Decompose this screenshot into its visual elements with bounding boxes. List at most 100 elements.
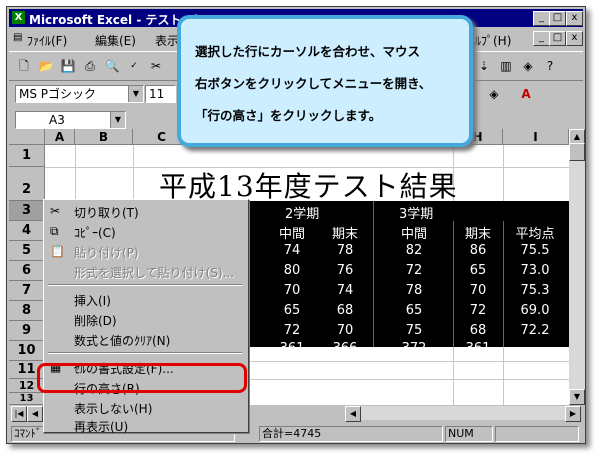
column-header-a[interactable]: A [45,129,75,145]
print-preview-icon[interactable]: 🔍 [103,57,121,75]
print-icon[interactable]: ⎙ [81,57,99,75]
row-header-3[interactable]: 3 [9,201,45,221]
font-color-icon[interactable]: A [517,85,535,103]
copy-icon: ⧉ [50,224,59,238]
cell[interactable]: 70 [455,283,501,298]
row-header-4[interactable]: 4 [9,221,45,241]
cell[interactable]: 75 [379,323,449,338]
workbook-icon[interactable]: ▤ [13,32,22,43]
horizontal-scrollbar[interactable] [361,406,565,420]
column-header-b[interactable]: B [75,129,133,145]
doc-minimize-button[interactable]: _ [533,31,550,46]
cell[interactable]: 78 [319,243,371,258]
doc-close-button[interactable]: x [566,31,583,46]
menu-unhide[interactable]: 再表示(U) [74,418,128,435]
cell[interactable]: 74 [319,283,371,298]
callout-line-3: 「行の高さ」をクリックします。 [195,108,382,123]
cell[interactable]: 65 [455,263,501,278]
menu-file[interactable]: ﾌｧｲﾙ(F) [27,32,67,49]
cell[interactable]: 65 [267,303,317,318]
font-name-select[interactable]: MS Pゴシック ▼ [15,85,144,103]
cell[interactable]: 78 [379,283,449,298]
column-header-i[interactable]: I [503,129,569,145]
vertical-scrollbar[interactable]: ▲ ▼ [569,129,585,405]
menu-help[interactable]: ﾍﾙﾌﾟ(H) [469,32,511,49]
excel-app-icon[interactable]: X [12,11,25,24]
gridline [373,201,374,347]
scroll-left-icon[interactable]: ◀ [345,406,361,422]
row-header-10[interactable]: 10 [9,341,45,361]
row-header-5[interactable]: 5 [9,241,45,261]
cell[interactable]: 75.5 [505,243,565,258]
header-average: 平均点 [515,227,555,242]
cell[interactable]: 70 [267,283,317,298]
cell[interactable]: 76 [319,263,371,278]
gridline [503,221,504,347]
row-header-7[interactable]: 7 [9,281,45,301]
status-sum: 合計=4745 [259,426,443,442]
font-size-select[interactable]: 11 [145,85,176,103]
chevron-down-icon[interactable]: ▼ [128,86,143,102]
menu-paste: 貼り付け(P) [74,246,139,260]
cell-total[interactable]: 361 [455,341,501,356]
cell[interactable]: 82 [379,243,449,258]
cell[interactable]: 72 [379,263,449,278]
row-header-8[interactable]: 8 [9,301,45,321]
maximize-button[interactable]: □ [549,11,566,26]
menu-edit[interactable]: 編集(E) [95,32,136,49]
close-button[interactable]: x [566,11,583,26]
select-all-corner[interactable] [9,129,45,145]
cell[interactable]: 86 [455,243,501,258]
spellcheck-icon[interactable]: ✓ [125,57,143,75]
row-header-2[interactable]: 2 [9,167,45,201]
doc-restore-button[interactable]: □ [549,31,566,46]
open-folder-icon[interactable]: 📂 [37,57,55,75]
row-header-1[interactable]: 1 [9,145,45,167]
cell-total[interactable]: 361 [267,341,317,356]
context-menu: ✂ 切り取り(T) ⧉ ｺﾋﾟｰ(C) 📋 貼り付け(P) 形式を選択して貼り付… [43,199,249,435]
new-file-icon[interactable]: 🗋 [15,57,33,75]
menu-cut[interactable]: 切り取り(T) [74,204,139,221]
cell[interactable]: 74 [267,243,317,258]
cell[interactable]: 65 [379,303,449,318]
cell[interactable]: 72 [267,323,317,338]
cell[interactable]: 70 [319,323,371,338]
cell[interactable]: 68 [319,303,371,318]
sort-desc-icon[interactable]: ⇣ [475,57,493,75]
scroll-thumb[interactable] [569,143,585,161]
gridline [453,221,454,347]
cell[interactable]: 68 [455,323,501,338]
prev-sheet-icon[interactable]: ◀ [27,406,43,422]
menu-view[interactable]: 表示 [155,32,179,49]
cell[interactable]: 72.2 [505,323,565,338]
cell[interactable]: 69.0 [505,303,565,318]
name-box[interactable]: A3 ▼ [15,111,126,129]
row-header-9[interactable]: 9 [9,321,45,341]
fill-color-icon[interactable]: ◈ [485,85,503,103]
scroll-right-icon[interactable]: ▶ [565,406,581,422]
scroll-down-icon[interactable]: ▼ [569,389,585,405]
cut-icon[interactable]: ✂ [147,57,165,75]
drawing-icon[interactable]: ◈ [519,57,537,75]
cell[interactable]: 73.0 [505,263,565,278]
cell-total[interactable]: 366 [319,341,371,356]
menu-copy[interactable]: ｺﾋﾟｰ(C) [74,224,116,241]
row-header-13[interactable]: 13 [9,393,45,405]
paste-icon: 📋 [50,244,65,258]
name-box-value: A3 [49,113,65,127]
cell[interactable]: 72 [455,303,501,318]
cell[interactable]: 80 [267,263,317,278]
menu-hide[interactable]: 表示しない(H) [74,400,152,417]
office-assistant-icon[interactable]: ? [541,57,559,75]
menu-insert[interactable]: 挿入(I) [74,292,111,309]
first-sheet-icon[interactable]: |◀ [11,406,27,422]
menu-clear[interactable]: 数式と値のｸﾘｱ(N) [74,332,170,349]
chevron-down-icon[interactable]: ▼ [110,112,125,128]
save-icon[interactable]: 💾 [59,57,77,75]
cell[interactable]: 75.3 [505,283,565,298]
cell-total[interactable]: 372 [379,341,449,356]
menu-delete[interactable]: 削除(D) [74,312,117,329]
chart-wizard-icon[interactable]: ▥ [497,57,515,75]
row-header-6[interactable]: 6 [9,261,45,281]
minimize-button[interactable]: _ [533,11,550,26]
